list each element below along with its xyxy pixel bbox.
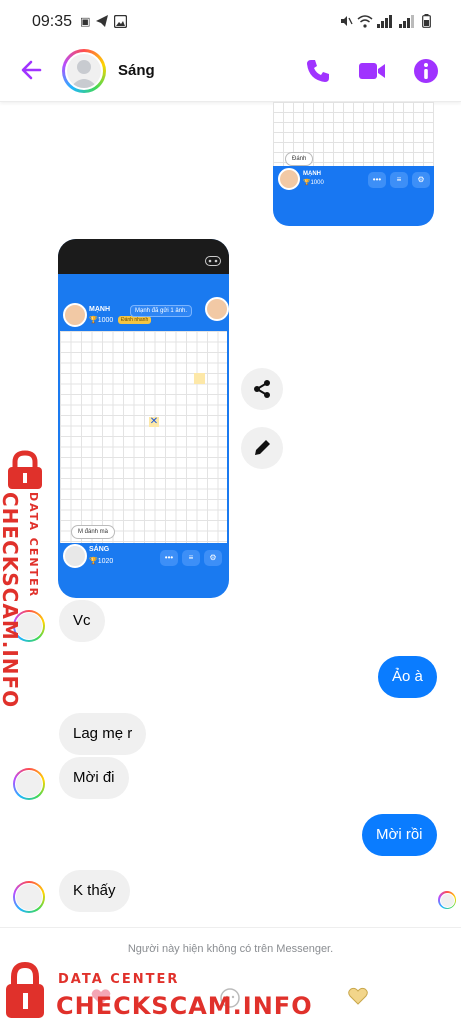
seen-indicator-avatar <box>438 891 456 909</box>
x-mark: ✕ <box>149 416 159 427</box>
status-time: 09:35 <box>32 13 73 30</box>
peer-avatar <box>13 881 45 913</box>
mute-icon <box>341 16 353 26</box>
signal-2-icon <box>399 15 414 28</box>
watermark-bottom: DATA CENTER CHECKSCAM.INFO <box>0 960 312 1024</box>
default-avatar-icon <box>70 60 98 88</box>
menu-icon: ≡ <box>390 172 408 188</box>
contact-name[interactable]: Sáng <box>118 62 155 79</box>
status-left-icons: ▣ <box>80 14 128 28</box>
bottom-player-score: 🏆1020 <box>89 558 114 565</box>
share-icon <box>254 380 270 398</box>
telegram-icon <box>96 15 109 27</box>
menu-icon: ≡ <box>182 550 200 566</box>
back-arrow-icon[interactable] <box>18 56 46 84</box>
gamepad-icon <box>205 256 221 266</box>
player-avatar <box>278 168 300 190</box>
lock-icon <box>6 962 44 1018</box>
unavailable-notice: Người này hiện không có trên Messenger. <box>127 943 334 955</box>
game-board: ✕ <box>60 331 227 543</box>
opponent-avatar <box>205 297 229 321</box>
chat-icon: ••• <box>160 550 178 566</box>
bottom-player-avatar <box>63 544 87 568</box>
chat-header: Sáng <box>0 42 461 102</box>
watermark-subtitle: DATA CENTER <box>58 972 180 987</box>
watermark-title: CHECKSCAM.INFO <box>0 492 22 709</box>
peer-avatar <box>13 768 45 800</box>
message-bubble-outgoing[interactable]: Mời rồi <box>362 814 437 856</box>
lock-icon <box>8 450 42 489</box>
image-sent-notice: Mạnh đã gửi 1 ảnh. <box>130 305 193 317</box>
speed-badge: Đánh nhanh <box>118 316 152 324</box>
edit-button[interactable] <box>241 427 283 469</box>
player-name: MẠNH <box>303 171 321 177</box>
watermark-title: CHECKSCAM.INFO <box>56 992 313 1020</box>
last-move-marker <box>194 373 205 384</box>
player-score: 🏆1000 <box>303 180 324 186</box>
top-player-avatar <box>63 303 87 327</box>
message-bubble-incoming[interactable]: Vc <box>59 600 105 642</box>
game-chat-bubble: Đánh <box>285 152 314 166</box>
phone-top-bar <box>58 239 229 274</box>
watermark-subtitle: DATA CENTER <box>27 492 40 599</box>
message-bubble-incoming[interactable]: K thấy <box>59 870 130 912</box>
top-player-name: MẠNH <box>89 306 110 313</box>
notification-icon: ▣ <box>80 15 91 28</box>
pencil-icon <box>255 440 270 455</box>
gallery-icon <box>114 14 128 28</box>
contact-avatar[interactable] <box>62 49 106 93</box>
watermark-side: DATA CENTER CHECKSCAM.INFO <box>0 450 50 708</box>
settings-icon: ⚙ <box>204 550 222 566</box>
game-chat-bubble: M đánh mà <box>71 525 116 539</box>
phone-icon[interactable] <box>303 56 333 86</box>
signal-1-icon <box>377 15 392 28</box>
wifi-icon <box>357 15 373 28</box>
image-message-outgoing[interactable]: Đánh MẠNH 🏆1000 ••• ≡ ⚙ <box>273 102 434 226</box>
message-bubble-outgoing[interactable]: Ảo à <box>378 656 437 698</box>
message-bubble-incoming[interactable]: Mời đi <box>59 757 129 799</box>
message-bubble-incoming[interactable]: Lag mẹ r <box>59 713 147 755</box>
battery-icon <box>422 14 431 28</box>
bottom-player-name: SÁNG <box>89 546 110 553</box>
heart-reaction-icon[interactable] <box>347 986 369 1006</box>
info-icon[interactable] <box>411 56 441 86</box>
settings-icon: ⚙ <box>412 172 430 188</box>
video-icon[interactable] <box>357 56 387 86</box>
image-message-incoming[interactable]: MẠNH 🏆1000 Đánh nhanh Mạnh đã gửi 1 ảnh.… <box>58 239 229 598</box>
share-button[interactable] <box>241 368 283 410</box>
top-player-score: 🏆1000 <box>89 317 114 324</box>
chat-icon: ••• <box>368 172 386 188</box>
status-bar: 09:35 ▣ <box>0 0 461 42</box>
status-right-icons <box>339 14 431 28</box>
